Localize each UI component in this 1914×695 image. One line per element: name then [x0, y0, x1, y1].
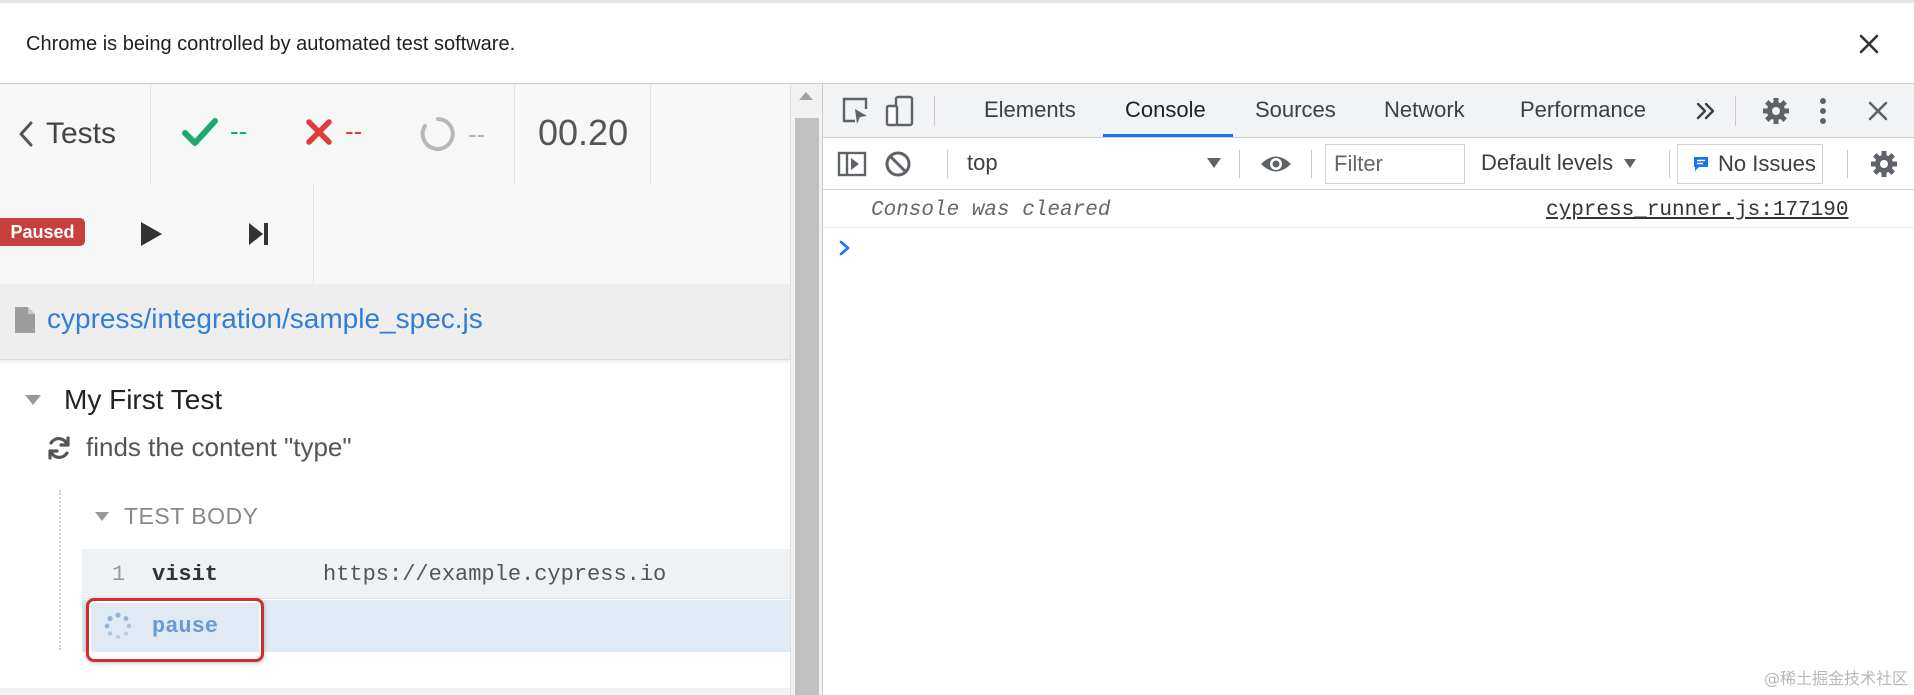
settings-gear-icon[interactable] [1759, 94, 1793, 128]
x-icon [306, 118, 332, 145]
issues-button[interactable]: No Issues [1677, 144, 1823, 184]
levels-label: Default levels [1481, 150, 1614, 175]
next-step-button[interactable] [239, 214, 279, 254]
spec-path-link[interactable]: cypress/integration/sample_spec.js [47, 303, 483, 335]
test-title-text: finds the content "type" [86, 432, 352, 462]
default-levels-dropdown[interactable]: Default levels [1481, 150, 1637, 176]
command-message: https://example.cypress.io [323, 562, 667, 587]
console-message-row: Console was cleared cypress_runner.js:17… [823, 190, 1914, 228]
panel-bottom-edge [0, 688, 790, 695]
filter-input[interactable]: Filter [1325, 144, 1465, 184]
duration-timer: 00.20 [538, 112, 629, 153]
console-toolbar: top Filter Default levels No Issues [823, 138, 1914, 190]
context-selector[interactable]: top [967, 150, 998, 176]
eye-icon[interactable] [1257, 147, 1295, 181]
more-tabs-icon[interactable] [1691, 96, 1721, 126]
console-message-text: Console was cleared [871, 199, 1111, 222]
inspect-element-icon[interactable] [839, 94, 873, 128]
tab-console[interactable]: Console [1125, 97, 1206, 123]
divider [313, 184, 314, 284]
step-forward-icon [249, 223, 268, 245]
devtools-tab-bar: Elements Console Sources Network Perform… [823, 84, 1914, 138]
tab-sources[interactable]: Sources [1255, 97, 1336, 123]
spec-file-header: cypress/integration/sample_spec.js [0, 284, 790, 360]
hook-label: TEST BODY [124, 503, 259, 529]
divider [514, 84, 515, 184]
pending-value: -- [468, 118, 486, 149]
command-row-visit[interactable]: 1 visit https://example.cypress.io [82, 549, 790, 599]
passed-value: -- [230, 116, 248, 146]
pause-controls: Paused [0, 184, 790, 284]
pause-highlight-box [86, 598, 264, 662]
console-settings-gear-icon[interactable] [1867, 147, 1901, 181]
console-source-link[interactable]: cypress_runner.js:177190 [1546, 199, 1848, 222]
kebab-menu-icon[interactable] [1813, 94, 1833, 128]
active-tab-indicator [1103, 134, 1233, 137]
devtools-panel: Elements Console Sources Network Perform… [822, 84, 1914, 695]
suite-title-text: My First Test [64, 384, 223, 415]
device-toolbar-icon[interactable] [883, 94, 917, 128]
runner-scrollbar[interactable] [790, 84, 822, 695]
file-icon [15, 307, 35, 333]
tab-elements[interactable]: Elements [984, 97, 1076, 123]
close-devtools-icon[interactable] [1863, 96, 1893, 126]
test-title[interactable]: finds the content "type" [46, 432, 352, 463]
watermark: @稀土掘金技术社区 [1763, 669, 1908, 688]
caret-down-icon [95, 512, 109, 521]
context-dropdown-arrow-icon[interactable] [1207, 158, 1221, 168]
test-body-hook[interactable]: TEST BODY [94, 503, 258, 530]
issues-label: No Issues [1718, 151, 1816, 176]
paused-badge: Paused [0, 218, 85, 246]
message-icon [1694, 157, 1708, 171]
divider [150, 84, 151, 184]
divider [934, 96, 935, 126]
tab-network[interactable]: Network [1384, 97, 1465, 123]
resume-button[interactable] [131, 214, 171, 254]
divider [1847, 150, 1848, 178]
automation-infobar: Chrome is being controlled by automated … [0, 0, 1914, 84]
infobar-message: Chrome is being controlled by automated … [26, 33, 516, 55]
check-icon [182, 117, 218, 146]
tests-label: Tests [46, 117, 117, 150]
divider [650, 84, 651, 184]
console-prompt-icon[interactable] [839, 236, 851, 262]
divider [1735, 96, 1736, 126]
caret-down-icon [25, 395, 41, 405]
tests-button[interactable]: Tests [18, 114, 116, 154]
command-number: 1 [112, 562, 126, 587]
divider [1669, 150, 1670, 178]
stats-header: Tests -- -- -- 00.20 [0, 84, 790, 184]
failed-count[interactable]: -- [305, 116, 362, 147]
play-icon [141, 222, 162, 246]
divider [1311, 150, 1312, 178]
passed-count[interactable]: -- [182, 116, 247, 147]
divider [947, 150, 948, 178]
chevron-left-icon [19, 121, 33, 147]
clear-console-icon[interactable] [881, 147, 915, 181]
pending-circle-icon [420, 117, 455, 151]
scroll-thumb[interactable] [795, 118, 819, 695]
failed-value: -- [345, 116, 363, 146]
sidebar-toggle-icon[interactable] [835, 147, 869, 181]
command-name: visit [152, 562, 219, 587]
caret-down-icon [1624, 158, 1637, 168]
close-icon[interactable] [1852, 27, 1886, 61]
refresh-icon [48, 435, 70, 460]
pending-count[interactable]: -- [420, 116, 485, 152]
divider [1239, 150, 1240, 178]
suite-title[interactable]: My First Test [24, 384, 222, 416]
tab-performance[interactable]: Performance [1520, 97, 1646, 123]
scroll-up-arrow-icon[interactable] [799, 92, 813, 100]
hook-tree-line [59, 490, 61, 650]
